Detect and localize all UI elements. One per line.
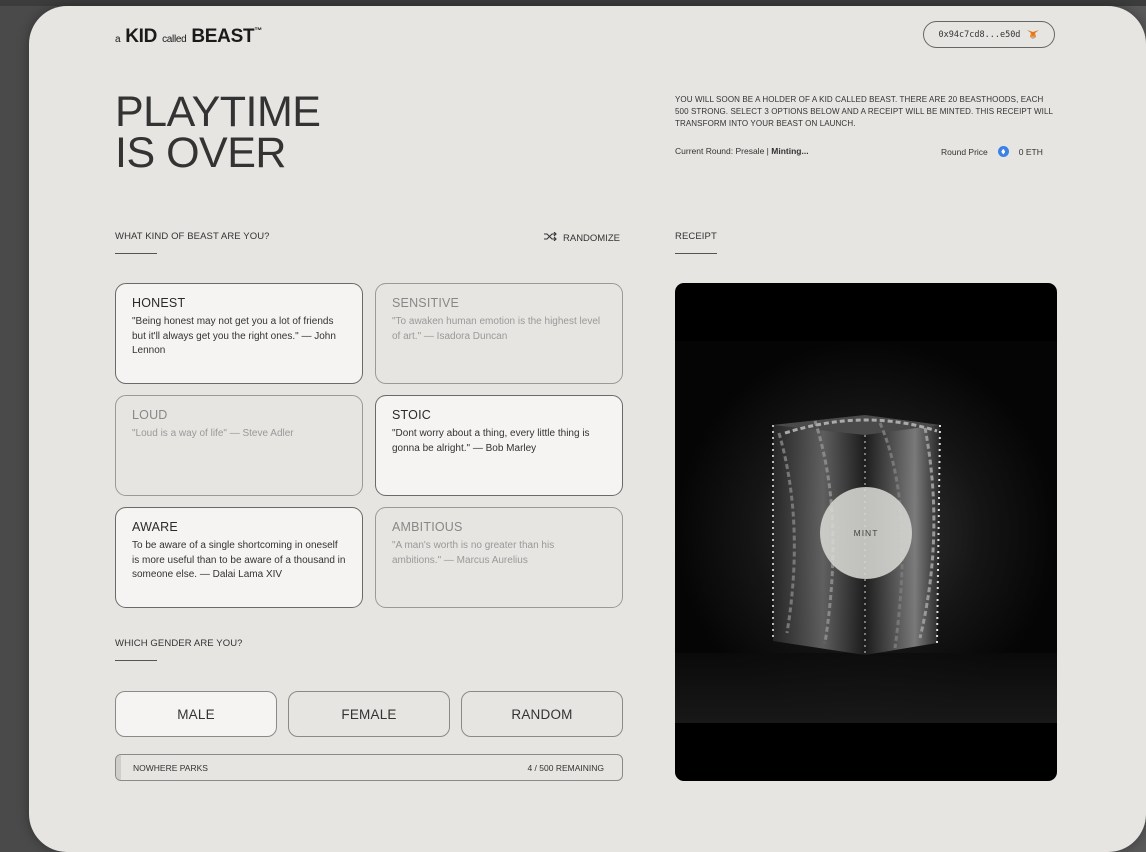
eth-icon — [997, 146, 1009, 157]
logo-word-kid: KID — [125, 26, 158, 47]
trait-card-sensitive[interactable]: SENSITIVE "To awaken human emotion is th… — [375, 283, 623, 384]
progress-fill — [116, 755, 122, 780]
trait-quote: "Being honest may not get you a lot of f… — [132, 316, 336, 356]
trait-title: AWARE — [132, 520, 178, 534]
mint-page-card: a KID called BEAST™ 0x94c7cd8...e50d PLA… — [29, 6, 1146, 852]
intro-text: YOU WILL SOON BE A HOLDER OF A KID CALLE… — [675, 95, 1053, 128]
hero-title: PLAYTIME IS OVER — [115, 88, 321, 177]
receipt-heading-underline — [675, 253, 717, 254]
trait-quote: "Loud is a way of life" — Steve Adler — [132, 428, 294, 439]
mint-button[interactable]: MINT — [820, 487, 912, 579]
trait-quote: "Dont worry about a thing, every little … — [392, 428, 590, 454]
traits-heading-underline — [115, 253, 157, 254]
hero-line-1: PLAYTIME — [115, 88, 321, 136]
beasthood-progress: NOWHERE PARKS 4 / 500 REMAINING — [115, 754, 623, 781]
round-label: Current Round: Presale — [675, 146, 765, 156]
round-status: Minting... — [771, 146, 809, 156]
gender-female-button[interactable]: FEMALE — [288, 691, 450, 737]
receipt-heading: RECEIPT — [675, 231, 717, 242]
round-separator: | — [766, 146, 769, 156]
trait-card-ambitious[interactable]: AMBITIOUS "A man's worth is no greater t… — [375, 507, 623, 608]
trait-title: AMBITIOUS — [392, 520, 463, 534]
randomize-label: RANDOMIZE — [563, 232, 620, 244]
logo-word-beast: BEAST — [191, 26, 255, 47]
trait-card-loud[interactable]: LOUD "Loud is a way of life" — Steve Adl… — [115, 395, 363, 496]
trait-title: HONEST — [132, 296, 186, 310]
price-label: Round Price — [941, 146, 988, 157]
trait-title: STOIC — [392, 408, 431, 422]
price-value: 0 ETH — [1018, 146, 1043, 157]
gender-random-button[interactable]: RANDOM — [461, 691, 623, 737]
traits-heading: WHAT KIND OF BEAST ARE YOU? — [115, 231, 270, 242]
trait-card-honest[interactable]: HONEST "Being honest may not get you a l… — [115, 283, 363, 384]
trait-quote: To be aware of a single shortcoming in o… — [132, 540, 346, 580]
logo-prefix: a — [115, 34, 121, 45]
shuffle-icon — [544, 231, 557, 244]
brand-logo[interactable]: a KID called BEAST™ — [115, 26, 262, 48]
wallet-button[interactable]: 0x94c7cd8...e50d — [923, 21, 1055, 48]
trait-card-aware[interactable]: AWARE To be aware of a single shortcomin… — [115, 507, 363, 608]
beasthood-name: NOWHERE PARKS — [133, 763, 208, 773]
trait-quote: "A man's worth is no greater than his am… — [392, 540, 555, 566]
remaining-count: 4 / 500 REMAINING — [527, 763, 604, 773]
trait-title: SENSITIVE — [392, 296, 460, 310]
randomize-button[interactable]: RANDOMIZE — [544, 231, 620, 244]
metamask-fox-icon — [1027, 29, 1040, 40]
gender-male-button[interactable]: MALE — [115, 691, 277, 737]
trait-quote: "To awaken human emotion is the highest … — [392, 316, 601, 342]
trait-title: LOUD — [132, 408, 168, 422]
logo-middle: called — [162, 34, 187, 45]
gender-heading: WHICH GENDER ARE YOU? — [115, 638, 243, 649]
logo-tm: ™ — [254, 26, 262, 35]
hero-line-2: IS OVER — [115, 129, 286, 177]
round-price: Round Price 0 ETH — [941, 146, 1043, 157]
current-round: Current Round: Presale | Minting... — [675, 146, 809, 156]
trait-card-stoic[interactable]: STOIC "Dont worry about a thing, every l… — [375, 395, 623, 496]
receipt-preview: MINT — [675, 283, 1057, 781]
wallet-address: 0x94c7cd8...e50d — [938, 29, 1021, 40]
gender-heading-underline — [115, 660, 157, 661]
